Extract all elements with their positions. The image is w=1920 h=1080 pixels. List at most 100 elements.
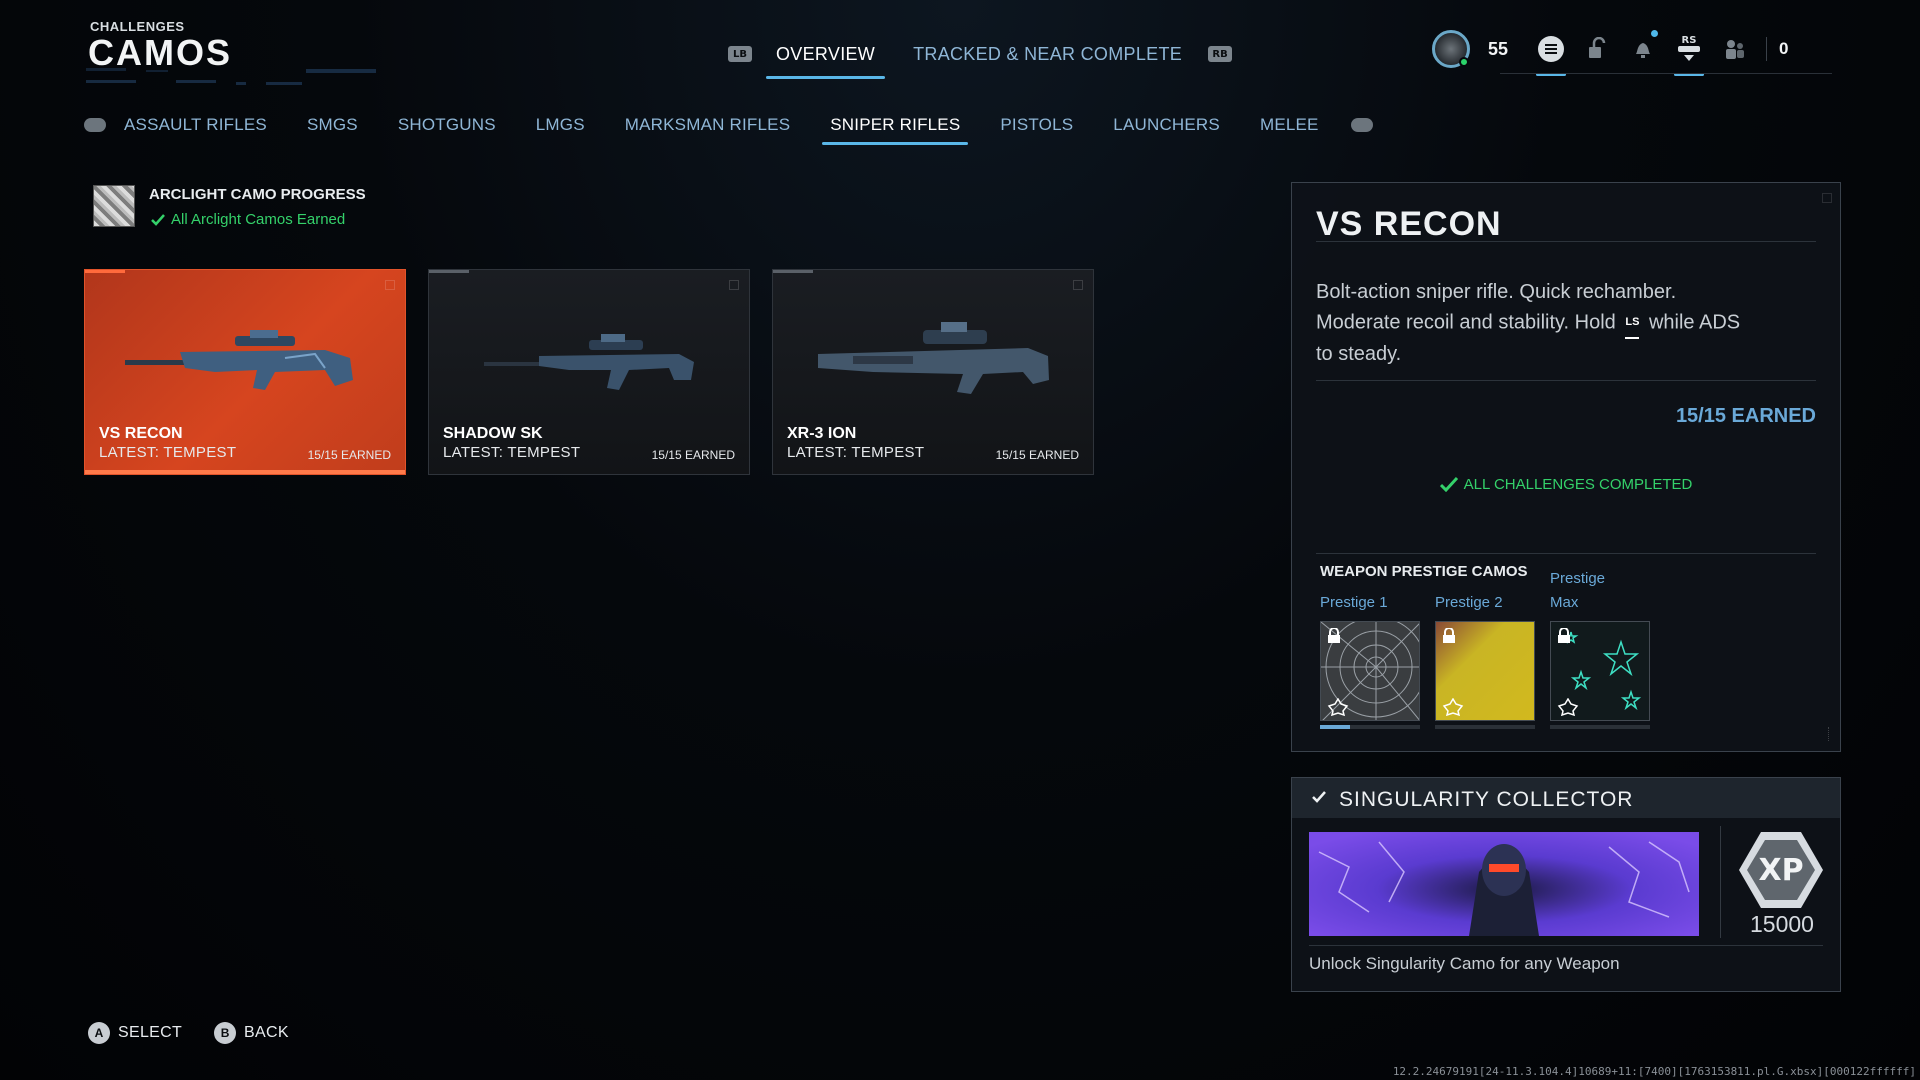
tab-marksman-rifles[interactable]: MARKSMAN RIFLES (625, 115, 790, 135)
tab-sniper-rifles[interactable]: SNIPER RIFLES (822, 115, 969, 145)
divider (1720, 826, 1721, 938)
tab-shotguns[interactable]: SHOTGUNS (398, 115, 496, 135)
card-accent (85, 270, 125, 273)
prestige-icon (1557, 698, 1579, 716)
weapon-name: XR-3 ION (787, 425, 857, 442)
lock-icon[interactable] (1574, 26, 1620, 72)
tab-assault-rifles[interactable]: ASSAULT RIFLES (124, 115, 267, 135)
weapon-earned-count: 15/15 EARNED (651, 448, 735, 462)
weapon-detail-panel: VS RECON Bolt-action sniper rifle. Quick… (1291, 182, 1841, 752)
lock-icon (1558, 628, 1570, 643)
challenges-complete-status: ALL CHALLENGES COMPLETED (1292, 476, 1840, 493)
rs-stick-icon[interactable]: RS (1666, 26, 1712, 76)
menu-icon[interactable] (1528, 26, 1574, 76)
selection-indicator (85, 470, 405, 474)
build-string: 12.2.24679191[24-11.3.104.4]10689+11:[74… (1392, 1065, 1916, 1078)
check-icon (1439, 477, 1458, 492)
prestige-2-camo[interactable] (1435, 621, 1535, 721)
detail-title: VS RECON (1316, 205, 1502, 243)
prestige-1-progress (1320, 725, 1420, 729)
weapon-card-xr3-ion[interactable]: XR-3 ION LATEST: TEMPEST 15/15 EARNED (772, 269, 1094, 475)
weapon-card-shadow-sk[interactable]: SHADOW SK LATEST: TEMPEST 15/15 EARNED (428, 269, 750, 475)
player-level: 55 (1488, 38, 1509, 59)
weapon-latest-camo: LATEST: TEMPEST (787, 444, 925, 461)
rt-trigger-icon[interactable] (1350, 118, 1373, 132)
weapon-name: VS RECON (99, 425, 183, 442)
card-corner (1073, 280, 1083, 290)
tab-launchers[interactable]: LAUNCHERS (1113, 115, 1220, 135)
check-icon (1312, 791, 1326, 803)
footer-controls: A SELECT B BACK (88, 1022, 321, 1044)
singularity-collector-card[interactable]: SINGULARITY COLLECTOR XP 15000 Unlock Si… (1291, 777, 1841, 992)
prestige-max-camo[interactable] (1550, 621, 1650, 721)
prestige-1-label: Prestige 1 (1320, 594, 1388, 611)
header-decoration (86, 68, 376, 85)
select-label[interactable]: SELECT (118, 1024, 182, 1042)
tab-overview[interactable]: OVERVIEW (766, 44, 886, 79)
lock-icon (1443, 628, 1455, 643)
panel-corner (1822, 193, 1832, 203)
check-icon (151, 213, 165, 226)
prestige-icon (1327, 698, 1349, 716)
sniper-rifle-image (818, 322, 1049, 394)
detail-earned-count: 15/15 EARNED (1675, 405, 1816, 427)
prestige-max-label-line: Max (1550, 594, 1579, 611)
divider (1316, 380, 1816, 381)
tab-melee[interactable]: MELEE (1260, 115, 1319, 135)
prestige-camos-heading: WEAPON PRESTIGE CAMOS (1320, 563, 1528, 580)
back-label[interactable]: BACK (244, 1024, 289, 1042)
divider (1500, 73, 1832, 74)
card-accent (773, 270, 813, 273)
lb-bumper-icon[interactable]: LB (728, 46, 752, 62)
card-accent (429, 270, 469, 273)
rs-hint-text: RS (1682, 35, 1697, 46)
scroll-indicator (1828, 727, 1832, 741)
b-button-icon[interactable]: B (214, 1022, 237, 1044)
status-bar: 55 RS 0 (1432, 26, 1789, 76)
weapon-card-vs-recon[interactable]: VS RECON LATEST: TEMPEST 15/15 EARNED (84, 269, 406, 475)
progress-fill (1320, 725, 1350, 729)
xp-icon-text: XP (1758, 853, 1803, 888)
weapon-latest-camo: LATEST: TEMPEST (99, 444, 237, 461)
a-button-icon[interactable]: A (88, 1022, 110, 1044)
currency-count: 0 (1779, 39, 1789, 58)
category-tabs: ASSAULT RIFLES SMGS SHOTGUNS LMGS MARKSM… (84, 110, 1373, 145)
lt-trigger-icon[interactable] (84, 118, 106, 132)
notification-dot (1651, 30, 1658, 37)
singularity-description: Unlock Singularity Camo for any Weapon (1309, 954, 1620, 973)
prestige-icon (1442, 698, 1464, 716)
arclight-status-text: All Arclight Camos Earned (171, 211, 346, 228)
description-text: Moderate recoil and stability. Hold (1316, 311, 1616, 334)
arclight-progress-title: ARCLIGHT CAMO PROGRESS (149, 186, 366, 203)
divider (1316, 553, 1816, 554)
description-text: while ADS (1648, 311, 1741, 334)
tab-pistols[interactable]: PISTOLS (1000, 115, 1073, 135)
prestige-max-label: Prestige Max (1550, 567, 1605, 615)
divider (1766, 37, 1767, 61)
tab-smgs[interactable]: SMGS (307, 115, 358, 135)
singularity-title: SINGULARITY COLLECTOR (1339, 788, 1634, 811)
lock-icon (1328, 628, 1340, 643)
prestige-1-camo[interactable] (1320, 621, 1420, 721)
tab-tracked-near-complete[interactable]: TRACKED & NEAR COMPLETE (903, 44, 1192, 65)
rb-bumper-icon[interactable]: RB (1208, 46, 1233, 62)
sniper-rifle-image (125, 330, 353, 390)
ls-stick-icon: LS (1625, 307, 1640, 339)
arclight-progress-status: All Arclight Camos Earned (151, 211, 345, 228)
friends-icon[interactable] (1712, 26, 1758, 72)
description-line: to steady. (1316, 343, 1402, 365)
weapon-earned-count: 15/15 EARNED (995, 448, 1079, 462)
divider (1316, 241, 1816, 242)
tab-lmgs[interactable]: LMGS (536, 115, 585, 135)
prestige-2-label: Prestige 2 (1435, 594, 1503, 611)
challenges-complete-text: ALL CHALLENGES COMPLETED (1463, 476, 1693, 493)
bell-icon[interactable] (1620, 26, 1666, 72)
xp-badge-icon: XP (1739, 832, 1823, 908)
weapon-earned-count: 15/15 EARNED (307, 448, 391, 462)
weapon-latest-camo: LATEST: TEMPEST (443, 444, 581, 461)
divider (1309, 945, 1823, 946)
avatar[interactable] (1432, 30, 1470, 68)
prestige-2-progress (1435, 725, 1535, 729)
description-line: Bolt-action sniper rifle. Quick rechambe… (1316, 281, 1677, 303)
online-indicator (1459, 57, 1469, 67)
